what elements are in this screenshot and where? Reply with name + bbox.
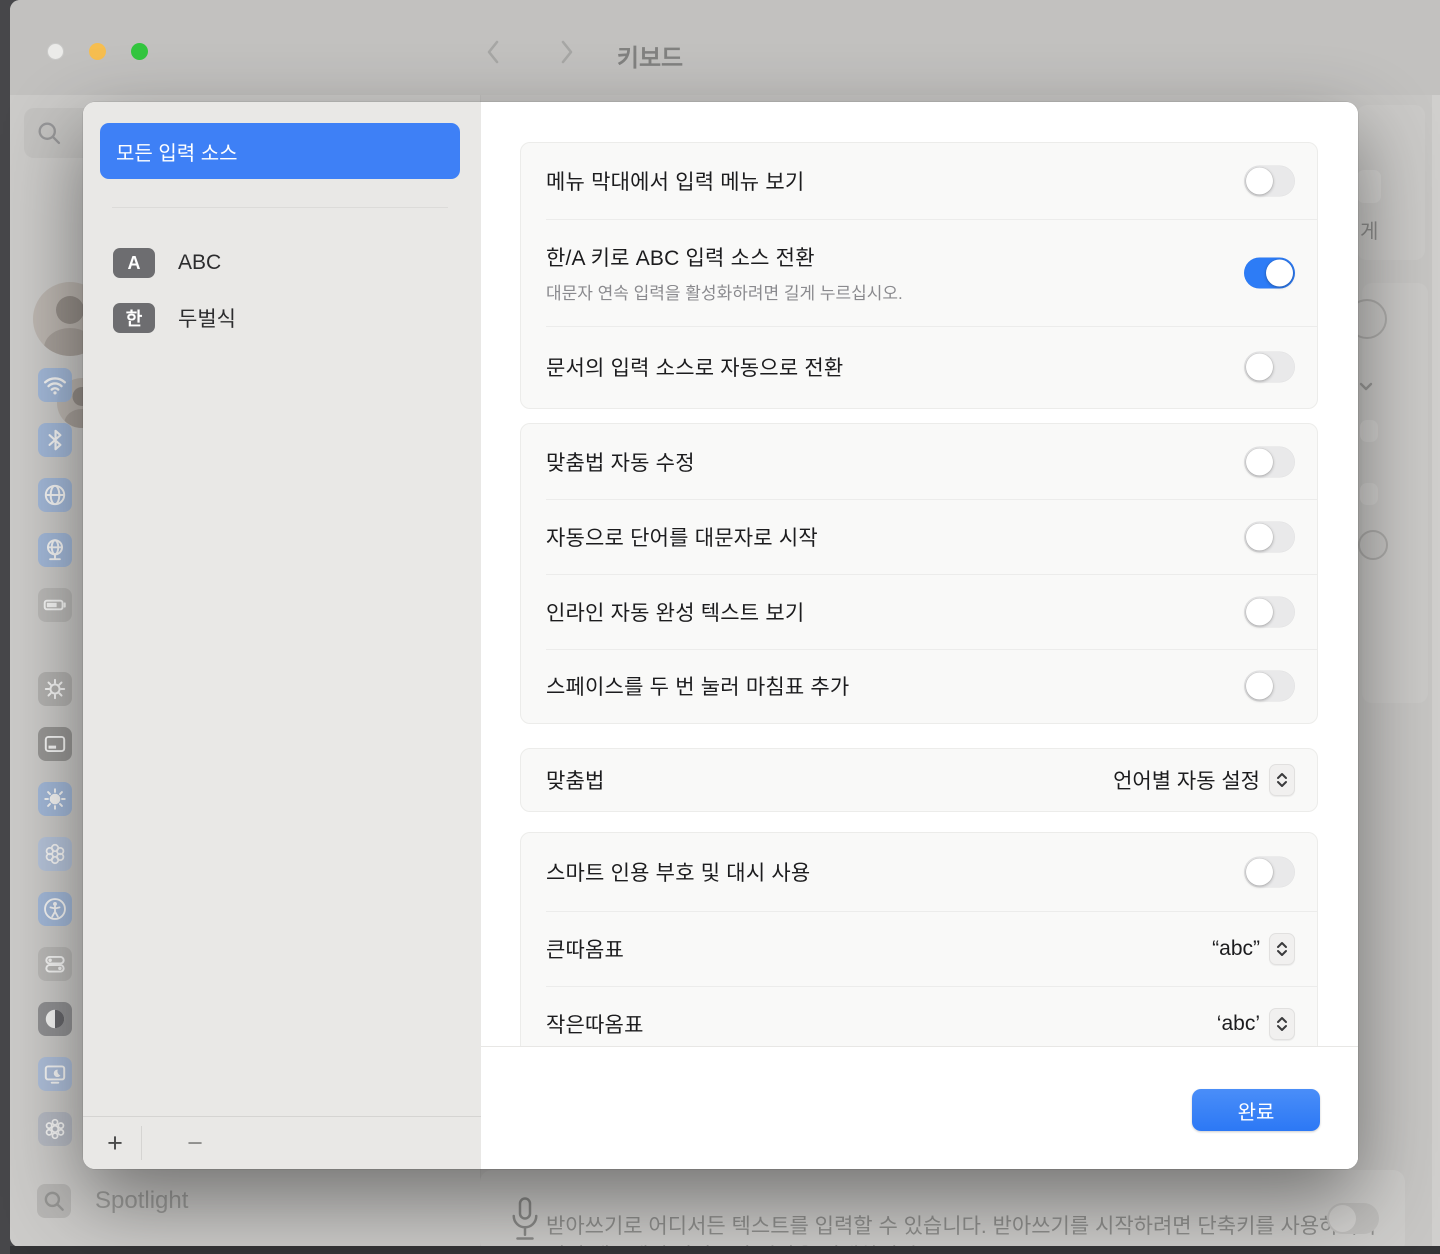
settings-group-2: 맞춤법 자동 수정자동으로 단어를 대문자로 시작인라인 자동 완성 텍스트 보… [520,423,1318,724]
toggle-switch[interactable] [1244,857,1295,888]
setting-label: 맞춤법 자동 수정 [546,447,1222,477]
dialog-sidebar: 모든 입력 소스 A ABC 한 두벌식 + − [83,102,482,1169]
back-chevron-icon[interactable] [483,39,503,65]
setting-label: 맞춤법 [546,765,1027,795]
dictation-toggle[interactable] [1327,1203,1379,1234]
toggle-switch[interactable] [1244,446,1295,477]
settings-row: 큰따옴표 “abc” [521,911,1317,986]
settings-group-3: 맞춤법 언어별 자동 설정 [520,748,1318,812]
setting-label: 자동으로 단어를 대문자로 시작 [546,522,1222,552]
control-center-icon[interactable] [38,947,72,981]
screensaver-icon[interactable] [38,1057,72,1091]
page-title: 키보드 [530,38,770,73]
desktop-dock-icon[interactable] [38,727,72,761]
wallpaper-flower-icon[interactable] [38,837,72,871]
toggle-switch[interactable] [1244,257,1295,288]
battery-icon[interactable] [38,588,72,622]
setting-label: 한/A 키로 ABC 입력 소스 전환 [546,242,1222,272]
spotlight-icon [37,1184,71,1218]
desktop-strip [10,1246,1440,1254]
select-control[interactable]: “abc” [1212,933,1295,965]
settings-row: 스마트 인용 부호 및 대시 사용 [521,833,1317,911]
select-control[interactable]: 언어별 자동 설정 [1113,764,1295,796]
input-source-row-abc[interactable]: A ABC [113,248,221,278]
setting-label: 작은따옴표 [546,1009,1027,1039]
actions-divider [141,1126,142,1160]
settings-group-4: 스마트 인용 부호 및 대시 사용큰따옴표 “abc” 작은따옴표 ‘abc’ [520,832,1318,1047]
setting-label: 스마트 인용 부호 및 대시 사용 [546,857,1222,887]
network-globe-icon[interactable] [38,533,72,567]
dialog-footer: 완료 [481,1046,1358,1169]
select-value: ‘abc’ [1217,1012,1260,1036]
setting-label: 큰따옴표 [546,934,1027,964]
stepper-chevrons-icon[interactable] [1269,764,1295,796]
input-source-badge: A [113,248,155,278]
siri-flower-icon[interactable] [38,1112,72,1146]
source-actions-bar: + − [83,1116,481,1169]
settings-row: 작은따옴표 ‘abc’ [521,986,1317,1047]
display-sun-icon[interactable] [38,782,72,816]
settings-group-1: 메뉴 막대에서 입력 메뉴 보기한/A 키로 ABC 입력 소스 전환대문자 연… [520,142,1318,409]
toggle-switch[interactable] [1244,352,1295,383]
bg-chevron-fragment [1358,378,1374,394]
bg-scroll-strip [1432,95,1440,1247]
setting-label: 스페이스를 두 번 눌러 마침표 추가 [546,671,1222,701]
spotlight-label: Spotlight [95,1187,188,1215]
setting-label: 인라인 자동 완성 텍스트 보기 [546,597,1222,627]
input-source-label: 두벌식 [178,303,236,333]
setting-label: 문서의 입력 소스로 자동으로 전환 [546,352,1222,382]
search-icon [35,119,63,147]
general-gear-icon[interactable] [38,672,72,706]
bg-control-fragment [1357,170,1381,203]
bg-clipped-text: 게 [1360,215,1378,244]
titlebar: 키보드 [10,0,1440,95]
settings-row: 자동으로 단어를 대문자로 시작 [521,499,1317,574]
stepper-chevrons-icon[interactable] [1269,1008,1295,1040]
dictation-panel: 받아쓰기로 어디서든 텍스트를 입력할 수 있습니다. 받아쓰기를 시작하려면 … [480,1170,1405,1247]
input-source-row-두벌식[interactable]: 한 두벌식 [113,303,236,333]
done-button[interactable]: 완료 [1192,1089,1320,1131]
toggle-switch[interactable] [1244,596,1295,627]
wifi-icon[interactable] [38,368,72,402]
minimize-button[interactable] [89,43,106,60]
settings-row: 한/A 키로 ABC 입력 소스 전환대문자 연속 입력을 활성화하려면 길게 … [521,219,1317,326]
remove-input-source-button[interactable]: − [173,1117,217,1169]
sidebar-item-spotlight[interactable]: Spotlight [37,1181,188,1221]
toggle-switch[interactable] [1244,166,1295,197]
settings-scroll-area: 메뉴 막대에서 입력 메뉴 보기한/A 키로 ABC 입력 소스 전환대문자 연… [481,102,1358,1047]
input-source-badge: 한 [113,303,155,333]
setting-label: 메뉴 막대에서 입력 메뉴 보기 [546,166,1222,196]
sidebar-divider [112,207,448,208]
select-control[interactable]: ‘abc’ [1217,1008,1295,1040]
toggle-switch[interactable] [1244,671,1295,702]
setting-sublabel: 대문자 연속 입력을 활성화하려면 길게 누르십시오. [546,279,1222,304]
settings-row: 메뉴 막대에서 입력 메뉴 보기 [521,143,1317,219]
bluetooth-icon[interactable] [38,423,72,457]
sidebar-item-all-input-sources[interactable]: 모든 입력 소스 [100,123,460,179]
select-value: “abc” [1212,937,1260,961]
settings-row: 스페이스를 두 번 눌러 마침표 추가 [521,649,1317,723]
settings-row: 맞춤법 언어별 자동 설정 [521,749,1317,811]
stepper-chevrons-icon[interactable] [1269,933,1295,965]
accessibility-icon[interactable] [38,892,72,926]
dictation-text-line1: 받아쓰기로 어디서든 텍스트를 입력할 수 있습니다. 받아쓰기를 시작하려면 … [546,1210,1377,1240]
close-button[interactable] [47,43,64,60]
settings-row: 문서의 입력 소스로 자동으로 전환 [521,326,1317,408]
toggle-switch[interactable] [1244,521,1295,552]
globe-icon[interactable] [38,478,72,512]
select-value: 언어별 자동 설정 [1113,765,1260,795]
settings-row: 인라인 자동 완성 텍스트 보기 [521,574,1317,649]
appearance-icon[interactable] [38,1002,72,1036]
settings-row: 맞춤법 자동 수정 [521,424,1317,499]
zoom-button[interactable] [131,43,148,60]
input-sources-dialog: 모든 입력 소스 A ABC 한 두벌식 + − 메뉴 막대에서 입력 메뉴 보기한/… [83,102,1358,1169]
microphone-icon [510,1196,540,1246]
all-input-sources-label: 모든 입력 소스 [116,137,238,166]
add-input-source-button[interactable]: + [93,1117,137,1169]
dialog-content: 메뉴 막대에서 입력 메뉴 보기한/A 키로 ABC 입력 소스 전환대문자 연… [481,102,1358,1169]
input-source-label: ABC [178,251,221,275]
